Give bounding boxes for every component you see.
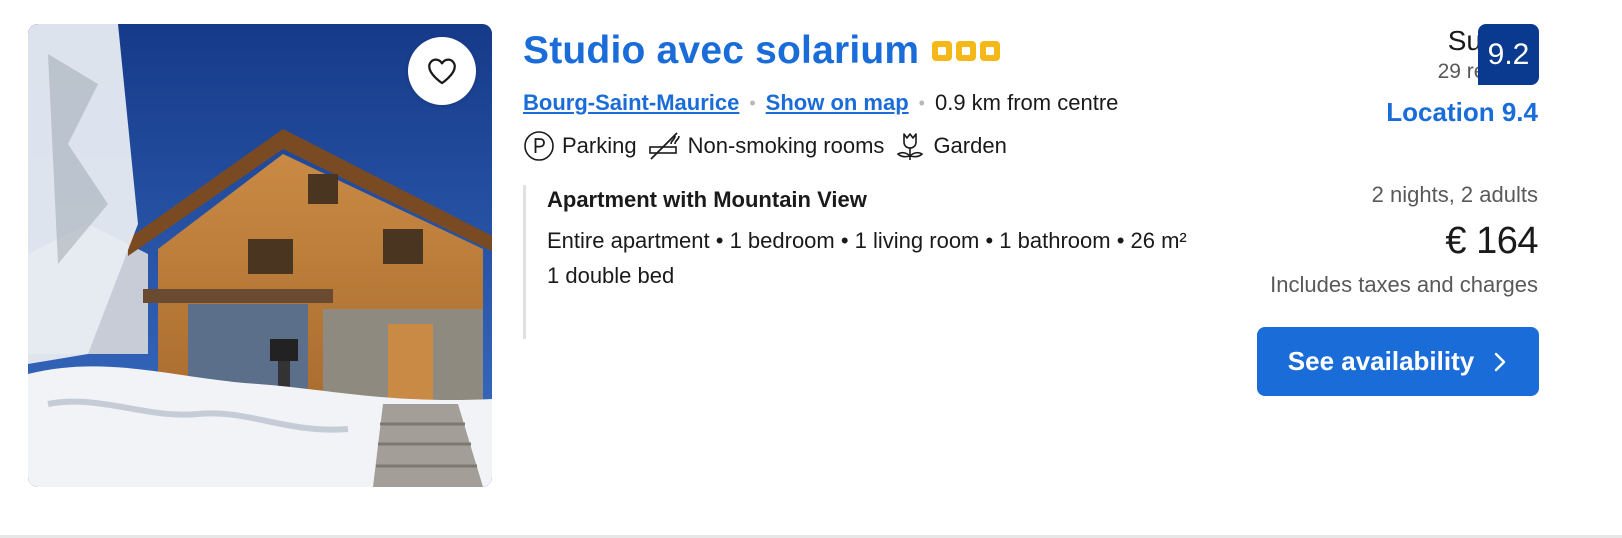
- stay-info: 2 nights, 2 adults: [1371, 182, 1538, 207]
- separator-dot: •: [749, 92, 756, 113]
- cta-label: See availability: [1287, 346, 1475, 376]
- distance-text: 0.9 km from centre: [934, 90, 1119, 115]
- review-score-badge[interactable]: 9.2: [1478, 24, 1539, 85]
- facility-non-smoking: Non-smoking rooms: [647, 130, 885, 162]
- favourite-button[interactable]: [408, 37, 476, 105]
- location-row: Bourg-Saint-Maurice • Show on map • 0.9 …: [523, 88, 1118, 118]
- unit-details: Entire apartment • 1 bedroom • 1 living …: [547, 228, 1187, 253]
- price: € 164: [1445, 220, 1538, 262]
- facility-label: Non-smoking rooms: [687, 133, 885, 158]
- flower-icon: [897, 133, 924, 160]
- chevron-right-icon: [1495, 352, 1506, 371]
- parking-icon: [524, 131, 554, 161]
- title-row: Studio avec solarium: [523, 26, 1001, 76]
- star-rating: [932, 41, 1001, 61]
- facility-garden: Garden: [894, 130, 1007, 162]
- property-title[interactable]: Studio avec solarium: [523, 29, 919, 73]
- show-on-map-link[interactable]: Show on map: [766, 90, 909, 116]
- rating-square-icon: [956, 41, 977, 61]
- unit-bed: 1 double bed: [547, 263, 675, 288]
- location-link[interactable]: Bourg-Saint-Maurice: [523, 90, 739, 116]
- price-note: Includes taxes and charges: [1270, 272, 1538, 297]
- facility-label: Parking: [562, 133, 637, 158]
- facility-label: Garden: [933, 133, 1007, 158]
- unit-info: Apartment with Mountain View Entire apar…: [523, 185, 1213, 339]
- separator-dot: •: [918, 92, 925, 113]
- no-smoking-icon: [648, 132, 680, 160]
- facility-parking: Parking: [523, 130, 637, 162]
- unit-name: Apartment with Mountain View: [547, 187, 867, 212]
- rating-square-icon: [932, 41, 953, 61]
- see-availability-button[interactable]: See availability: [1257, 327, 1539, 396]
- rating-square-icon: [980, 41, 1001, 61]
- property-card: Studio avec solarium Bourg-Saint-Maurice…: [0, 0, 1622, 538]
- location-score: Location 9.4: [1386, 97, 1538, 127]
- heart-icon: [428, 58, 456, 85]
- facilities-row: Parking Non-smoking rooms Garden: [523, 128, 1017, 164]
